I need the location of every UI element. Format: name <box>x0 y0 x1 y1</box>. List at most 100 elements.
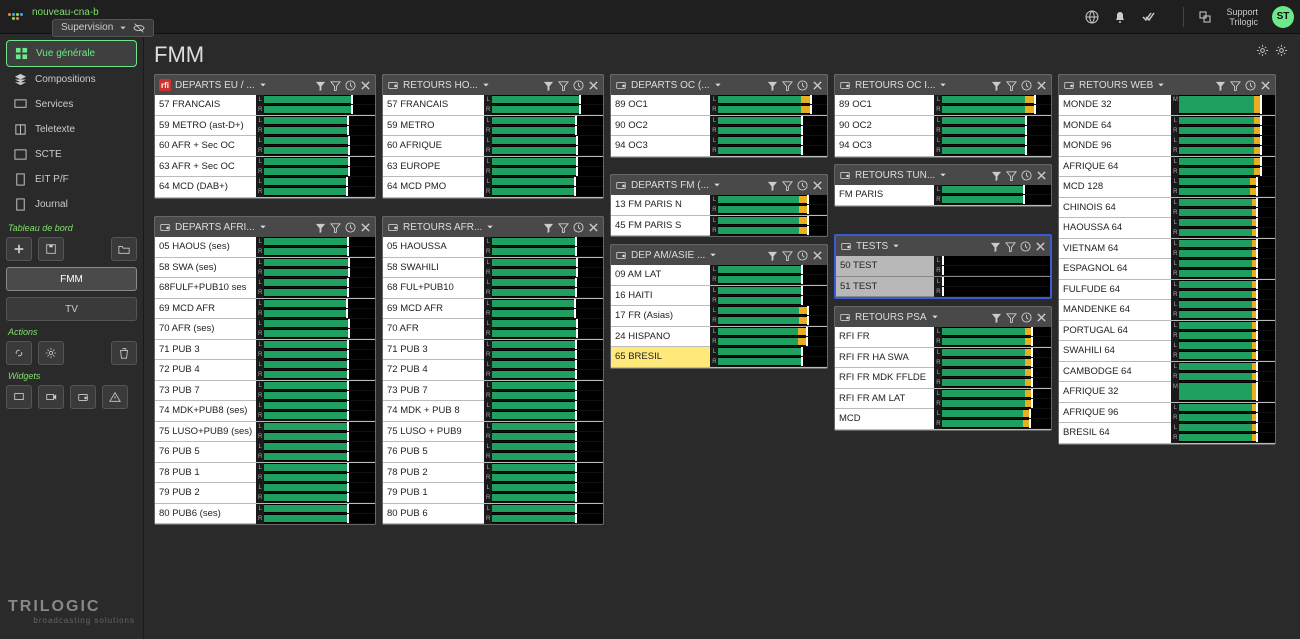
clock-icon[interactable] <box>797 80 808 91</box>
sidebar-item-tele[interactable]: Teletexte <box>6 117 137 142</box>
action-link-button[interactable] <box>6 341 32 365</box>
channel-row[interactable]: 50 TESTLR <box>836 256 1050 277</box>
card-header[interactable]: RETOURS TUN... <box>835 165 1051 185</box>
folder-button[interactable] <box>111 237 137 261</box>
sidebar-item-eit[interactable]: EIT P/F <box>6 167 137 192</box>
close-icon[interactable] <box>1036 312 1047 323</box>
channel-row[interactable]: 68 FUL+PUB10LR <box>383 278 603 299</box>
channel-row[interactable]: 64 MCD (DAB+)LR <box>155 177 375 198</box>
card-header[interactable]: RETOURS AFR... <box>383 217 603 237</box>
channel-row[interactable]: 76 PUB 5LR <box>155 442 375 463</box>
channel-row[interactable]: 73 PUB 7LR <box>155 381 375 402</box>
channel-row[interactable]: 75 LUSO + PUB9LR <box>383 422 603 443</box>
channel-row[interactable]: RFI FR AM LATLR <box>835 389 1051 410</box>
channel-row[interactable]: 74 MDK+PUB8 (ses)LR <box>155 401 375 422</box>
filter-icon[interactable] <box>991 170 1002 181</box>
card-header[interactable]: RETOURS PSA <box>835 307 1051 327</box>
filter2-icon[interactable] <box>330 222 341 233</box>
channel-row[interactable]: BRESIL 64LR <box>1059 423 1275 444</box>
filter2-icon[interactable] <box>1005 241 1016 252</box>
mode-selector[interactable]: Supervision <box>52 19 154 37</box>
close-icon[interactable] <box>812 250 823 261</box>
chevron-down-icon[interactable] <box>714 81 722 89</box>
channel-row[interactable]: 90 OC2LR <box>611 116 827 137</box>
close-icon[interactable] <box>360 80 371 91</box>
globe-icon[interactable] <box>1085 10 1099 24</box>
channel-row[interactable]: AFRIQUE 32M <box>1059 382 1275 403</box>
channel-row[interactable]: 65 BRESILLR <box>611 347 827 368</box>
channel-row[interactable]: RFI FR MDK FFLDELR <box>835 368 1051 389</box>
card-header[interactable]: TESTS <box>836 236 1050 256</box>
chevron-down-icon[interactable] <box>939 171 947 179</box>
filter2-icon[interactable] <box>558 80 569 91</box>
widget-warn-button[interactable] <box>102 385 128 409</box>
channel-row[interactable]: CAMBODGE 64LR <box>1059 362 1275 383</box>
channel-row[interactable]: 64 MCD PMOLR <box>383 177 603 198</box>
channel-row[interactable]: 58 SWA (ses)LR <box>155 258 375 279</box>
channel-row[interactable]: 71 PUB 3LR <box>383 340 603 361</box>
tab-fmm[interactable]: FMM <box>6 267 137 291</box>
channel-row[interactable]: 57 FRANCAISLR <box>155 95 375 116</box>
channel-row[interactable]: 78 PUB 1LR <box>155 463 375 484</box>
channel-row[interactable]: 51 TESTLR <box>836 277 1050 298</box>
channel-row[interactable]: 73 PUB 7LR <box>383 381 603 402</box>
channel-row[interactable]: VIETNAM 64LR <box>1059 239 1275 260</box>
channel-row[interactable]: PORTUGAL 64LR <box>1059 321 1275 342</box>
filter2-icon[interactable] <box>1006 170 1017 181</box>
chevron-down-icon[interactable] <box>931 313 939 321</box>
channel-row[interactable]: AFRIQUE 96LR <box>1059 403 1275 424</box>
filter-icon[interactable] <box>990 241 1001 252</box>
channel-row[interactable]: 57 FRANCAISLR <box>383 95 603 116</box>
sidebar-item-serv[interactable]: Services <box>6 92 137 117</box>
clock-icon[interactable] <box>797 250 808 261</box>
clock-icon[interactable] <box>1021 312 1032 323</box>
channel-row[interactable]: 94 OC3LR <box>611 136 827 157</box>
channel-row[interactable]: 70 AFR (ses)LR <box>155 319 375 340</box>
channel-row[interactable]: 60 AFRIQUELR <box>383 136 603 157</box>
channel-row[interactable]: 70 AFRLR <box>383 319 603 340</box>
filter2-icon[interactable] <box>782 180 793 191</box>
channel-row[interactable]: 60 AFR + Sec OCLR <box>155 136 375 157</box>
chevron-down-icon[interactable] <box>259 81 267 89</box>
channel-row[interactable]: MONDE 64LR <box>1059 116 1275 137</box>
card-header[interactable]: RETOURS HO... <box>383 75 603 95</box>
filter-icon[interactable] <box>543 222 554 233</box>
channel-row[interactable]: 94 OC3LR <box>835 136 1051 157</box>
channel-row[interactable]: 24 HISPANOLR <box>611 327 827 348</box>
sidebar-item-comp[interactable]: Compositions <box>6 67 137 92</box>
channel-row[interactable]: 75 LUSO+PUB9 (ses)LR <box>155 422 375 443</box>
channel-row[interactable]: 69 MCD AFRLR <box>383 299 603 320</box>
channel-row[interactable]: 13 FM PARIS NLR <box>611 195 827 216</box>
channel-row[interactable]: 63 AFR + Sec OCLR <box>155 157 375 178</box>
clock-icon[interactable] <box>573 80 584 91</box>
channel-row[interactable]: 09 AM LATLR <box>611 265 827 286</box>
channel-row[interactable]: MCDLR <box>835 409 1051 430</box>
clock-icon[interactable] <box>1245 80 1256 91</box>
filter2-icon[interactable] <box>330 80 341 91</box>
channel-row[interactable]: FULFUDE 64LR <box>1059 280 1275 301</box>
channel-row[interactable]: 68FULF+PUB10 sesLR <box>155 278 375 299</box>
channel-row[interactable]: 80 PUB 6LR <box>383 504 603 525</box>
clock-icon[interactable] <box>573 222 584 233</box>
channel-row[interactable]: RFI FRLR <box>835 327 1051 348</box>
close-icon[interactable] <box>588 222 599 233</box>
close-icon[interactable] <box>1260 80 1271 91</box>
filter2-icon[interactable] <box>1230 80 1241 91</box>
chevron-down-icon[interactable] <box>482 81 490 89</box>
card-header[interactable]: RETOURS WEB <box>1059 75 1275 95</box>
channel-row[interactable]: CHINOIS 64LR <box>1059 198 1275 219</box>
channel-row[interactable]: MONDE 32M <box>1059 95 1275 116</box>
chevron-down-icon[interactable] <box>259 223 267 231</box>
filter-icon[interactable] <box>767 80 778 91</box>
chevron-down-icon[interactable] <box>709 251 717 259</box>
widget-cam-button[interactable] <box>38 385 64 409</box>
filter-icon[interactable] <box>315 80 326 91</box>
channel-row[interactable]: 72 PUB 4LR <box>383 360 603 381</box>
channel-row[interactable]: ESPAGNOL 64LR <box>1059 259 1275 280</box>
channel-row[interactable]: FM PARISLR <box>835 185 1051 206</box>
sidebar-item-scte[interactable]: SCTE <box>6 142 137 167</box>
card-header[interactable]: DEPARTS FM (... <box>611 175 827 195</box>
clock-icon[interactable] <box>1020 241 1031 252</box>
close-icon[interactable] <box>1036 170 1047 181</box>
close-icon[interactable] <box>812 80 823 91</box>
